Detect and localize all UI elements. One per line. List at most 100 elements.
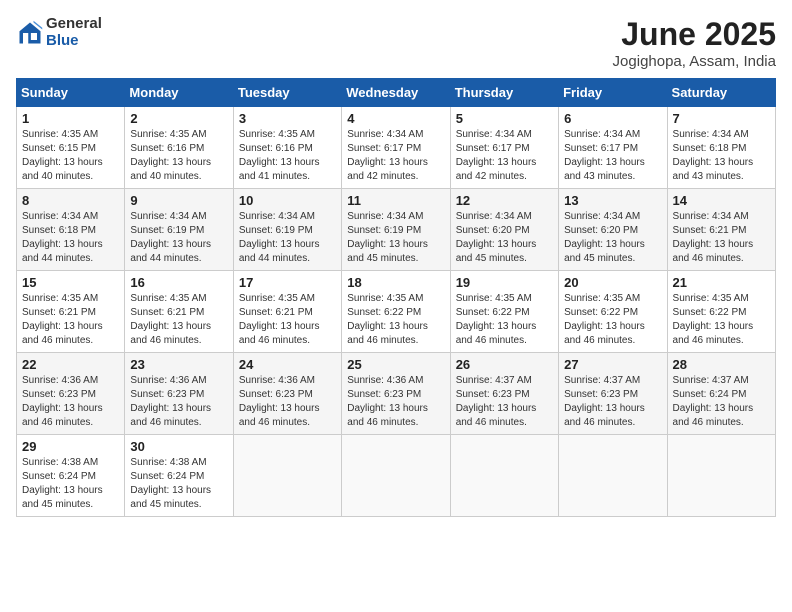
day-number: 16 (130, 275, 227, 290)
day-info: Sunrise: 4:35 AM Sunset: 6:22 PM Dayligh… (564, 292, 661, 348)
day-info: Sunrise: 4:34 AM Sunset: 6:18 PM Dayligh… (22, 210, 119, 266)
day-info: Sunrise: 4:35 AM Sunset: 6:22 PM Dayligh… (347, 292, 444, 348)
calendar-cell: 2 Sunrise: 4:35 AM Sunset: 6:16 PM Dayli… (125, 107, 233, 189)
header-monday: Monday (125, 79, 233, 107)
calendar-cell: 18 Sunrise: 4:35 AM Sunset: 6:22 PM Dayl… (342, 271, 450, 353)
day-info: Sunrise: 4:34 AM Sunset: 6:19 PM Dayligh… (130, 210, 227, 266)
calendar-cell: 7 Sunrise: 4:34 AM Sunset: 6:18 PM Dayli… (667, 107, 775, 189)
calendar-cell: 26 Sunrise: 4:37 AM Sunset: 6:23 PM Dayl… (450, 353, 558, 435)
day-number: 15 (22, 275, 119, 290)
calendar-cell: 22 Sunrise: 4:36 AM Sunset: 6:23 PM Dayl… (17, 353, 125, 435)
calendar-cell: 5 Sunrise: 4:34 AM Sunset: 6:17 PM Dayli… (450, 107, 558, 189)
day-number: 23 (130, 357, 227, 372)
day-info: Sunrise: 4:35 AM Sunset: 6:22 PM Dayligh… (673, 292, 770, 348)
day-number: 30 (130, 439, 227, 454)
header-wednesday: Wednesday (342, 79, 450, 107)
day-number: 27 (564, 357, 661, 372)
logo-general-text: General (46, 16, 102, 33)
day-info: Sunrise: 4:36 AM Sunset: 6:23 PM Dayligh… (130, 374, 227, 430)
day-info: Sunrise: 4:37 AM Sunset: 6:23 PM Dayligh… (456, 374, 553, 430)
day-number: 25 (347, 357, 444, 372)
day-info: Sunrise: 4:36 AM Sunset: 6:23 PM Dayligh… (347, 374, 444, 430)
day-info: Sunrise: 4:37 AM Sunset: 6:23 PM Dayligh… (564, 374, 661, 430)
calendar-cell: 24 Sunrise: 4:36 AM Sunset: 6:23 PM Dayl… (233, 353, 341, 435)
calendar-cell: 17 Sunrise: 4:35 AM Sunset: 6:21 PM Dayl… (233, 271, 341, 353)
calendar-cell: 14 Sunrise: 4:34 AM Sunset: 6:21 PM Dayl… (667, 189, 775, 271)
day-number: 28 (673, 357, 770, 372)
calendar-cell: 27 Sunrise: 4:37 AM Sunset: 6:23 PM Dayl… (559, 353, 667, 435)
day-number: 3 (239, 111, 336, 126)
location-title: Jogighopa, Assam, India (613, 53, 776, 70)
calendar-week-1: 1 Sunrise: 4:35 AM Sunset: 6:15 PM Dayli… (17, 107, 776, 189)
calendar-cell (342, 435, 450, 517)
title-area: June 2025 Jogighopa, Assam, India (613, 16, 776, 70)
day-number: 29 (22, 439, 119, 454)
calendar-cell: 25 Sunrise: 4:36 AM Sunset: 6:23 PM Dayl… (342, 353, 450, 435)
day-info: Sunrise: 4:34 AM Sunset: 6:17 PM Dayligh… (347, 128, 444, 184)
header: General Blue June 2025 Jogighopa, Assam,… (16, 16, 776, 70)
day-info: Sunrise: 4:34 AM Sunset: 6:17 PM Dayligh… (564, 128, 661, 184)
day-info: Sunrise: 4:34 AM Sunset: 6:20 PM Dayligh… (564, 210, 661, 266)
day-number: 10 (239, 193, 336, 208)
calendar-week-5: 29 Sunrise: 4:38 AM Sunset: 6:24 PM Dayl… (17, 435, 776, 517)
calendar-cell: 15 Sunrise: 4:35 AM Sunset: 6:21 PM Dayl… (17, 271, 125, 353)
day-number: 7 (673, 111, 770, 126)
day-number: 24 (239, 357, 336, 372)
calendar-cell: 4 Sunrise: 4:34 AM Sunset: 6:17 PM Dayli… (342, 107, 450, 189)
day-info: Sunrise: 4:34 AM Sunset: 6:19 PM Dayligh… (347, 210, 444, 266)
calendar-cell: 28 Sunrise: 4:37 AM Sunset: 6:24 PM Dayl… (667, 353, 775, 435)
calendar-cell: 10 Sunrise: 4:34 AM Sunset: 6:19 PM Dayl… (233, 189, 341, 271)
logo: General Blue (16, 16, 102, 49)
calendar-cell (559, 435, 667, 517)
day-number: 17 (239, 275, 336, 290)
header-friday: Friday (559, 79, 667, 107)
day-number: 11 (347, 193, 444, 208)
calendar-cell: 8 Sunrise: 4:34 AM Sunset: 6:18 PM Dayli… (17, 189, 125, 271)
day-number: 8 (22, 193, 119, 208)
header-sunday: Sunday (17, 79, 125, 107)
day-info: Sunrise: 4:38 AM Sunset: 6:24 PM Dayligh… (22, 456, 119, 512)
calendar-cell: 23 Sunrise: 4:36 AM Sunset: 6:23 PM Dayl… (125, 353, 233, 435)
day-info: Sunrise: 4:34 AM Sunset: 6:21 PM Dayligh… (673, 210, 770, 266)
day-info: Sunrise: 4:35 AM Sunset: 6:21 PM Dayligh… (239, 292, 336, 348)
day-number: 20 (564, 275, 661, 290)
day-number: 6 (564, 111, 661, 126)
day-number: 1 (22, 111, 119, 126)
calendar-cell: 29 Sunrise: 4:38 AM Sunset: 6:24 PM Dayl… (17, 435, 125, 517)
calendar-cell: 21 Sunrise: 4:35 AM Sunset: 6:22 PM Dayl… (667, 271, 775, 353)
day-info: Sunrise: 4:35 AM Sunset: 6:21 PM Dayligh… (130, 292, 227, 348)
day-info: Sunrise: 4:38 AM Sunset: 6:24 PM Dayligh… (130, 456, 227, 512)
calendar-cell: 13 Sunrise: 4:34 AM Sunset: 6:20 PM Dayl… (559, 189, 667, 271)
day-number: 21 (673, 275, 770, 290)
day-number: 9 (130, 193, 227, 208)
day-info: Sunrise: 4:34 AM Sunset: 6:20 PM Dayligh… (456, 210, 553, 266)
calendar-cell: 1 Sunrise: 4:35 AM Sunset: 6:15 PM Dayli… (17, 107, 125, 189)
calendar-cell: 12 Sunrise: 4:34 AM Sunset: 6:20 PM Dayl… (450, 189, 558, 271)
day-info: Sunrise: 4:36 AM Sunset: 6:23 PM Dayligh… (22, 374, 119, 430)
calendar-table: SundayMondayTuesdayWednesdayThursdayFrid… (16, 78, 776, 517)
day-number: 26 (456, 357, 553, 372)
day-number: 19 (456, 275, 553, 290)
day-number: 22 (22, 357, 119, 372)
calendar-cell: 19 Sunrise: 4:35 AM Sunset: 6:22 PM Dayl… (450, 271, 558, 353)
calendar-cell: 30 Sunrise: 4:38 AM Sunset: 6:24 PM Dayl… (125, 435, 233, 517)
day-info: Sunrise: 4:35 AM Sunset: 6:22 PM Dayligh… (456, 292, 553, 348)
calendar-cell (667, 435, 775, 517)
day-info: Sunrise: 4:36 AM Sunset: 6:23 PM Dayligh… (239, 374, 336, 430)
logo-blue-text: Blue (46, 33, 102, 50)
day-number: 4 (347, 111, 444, 126)
logo-icon (16, 19, 44, 47)
calendar-cell: 20 Sunrise: 4:35 AM Sunset: 6:22 PM Dayl… (559, 271, 667, 353)
day-info: Sunrise: 4:35 AM Sunset: 6:16 PM Dayligh… (130, 128, 227, 184)
header-saturday: Saturday (667, 79, 775, 107)
day-info: Sunrise: 4:34 AM Sunset: 6:18 PM Dayligh… (673, 128, 770, 184)
day-number: 13 (564, 193, 661, 208)
day-info: Sunrise: 4:35 AM Sunset: 6:15 PM Dayligh… (22, 128, 119, 184)
day-number: 14 (673, 193, 770, 208)
header-thursday: Thursday (450, 79, 558, 107)
calendar-week-3: 15 Sunrise: 4:35 AM Sunset: 6:21 PM Dayl… (17, 271, 776, 353)
day-info: Sunrise: 4:35 AM Sunset: 6:16 PM Dayligh… (239, 128, 336, 184)
month-title: June 2025 (613, 16, 776, 53)
calendar-cell: 6 Sunrise: 4:34 AM Sunset: 6:17 PM Dayli… (559, 107, 667, 189)
calendar-cell (450, 435, 558, 517)
